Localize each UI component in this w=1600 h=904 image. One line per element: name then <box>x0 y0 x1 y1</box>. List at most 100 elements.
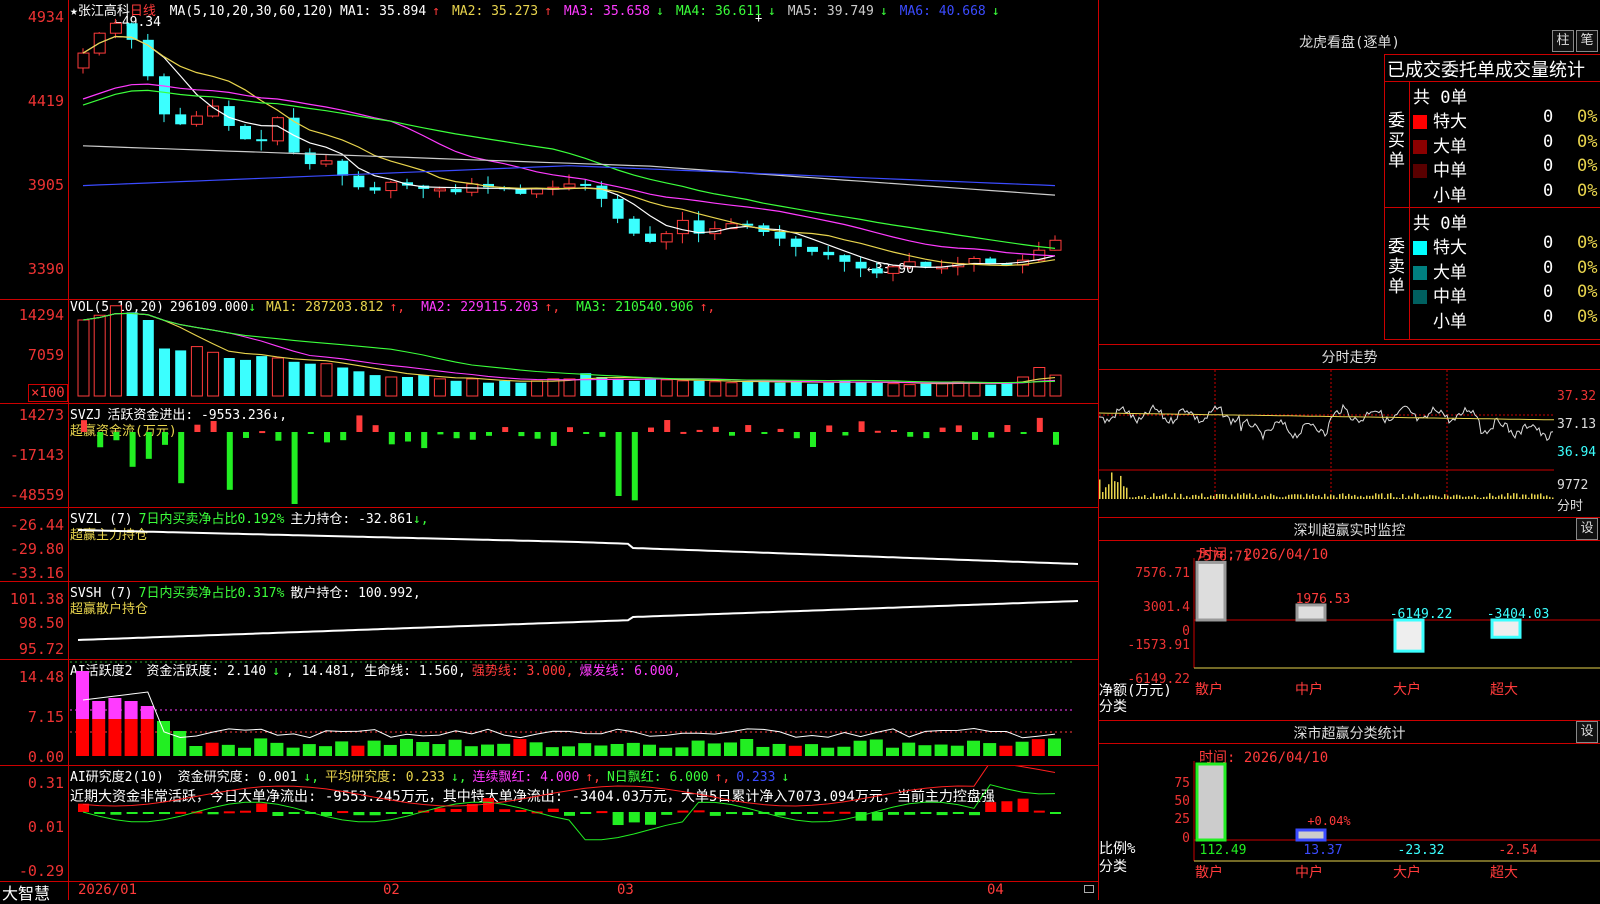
flow-bar <box>145 432 152 459</box>
row-pct: 0% <box>1577 282 1598 302</box>
buy-row: 大单 <box>1413 132 1467 157</box>
sz-monitor-chart[interactable]: 7576.71 散户 1976.53 中户 -6149.22 大户 -3404.03 超大 <box>1099 518 1600 720</box>
row-pct: 0% <box>1577 180 1598 201</box>
intraday-vol-bar <box>1453 495 1455 499</box>
kline-pane[interactable]: ★张江高科日线 MA(5,10,20,30,60,120) MA1: 35.894… <box>0 0 1098 300</box>
svsh-pane[interactable]: SVSH (7) 7日内买卖净占比0.317% 散户持仓: 100.992, 超赢散… <box>0 582 1098 660</box>
intraday-vol-bar <box>1309 495 1311 499</box>
flow-bar <box>437 432 444 435</box>
brand-label: 大智慧 <box>2 884 51 903</box>
chart-area[interactable]: ★张江高科日线 MA(5,10,20,30,60,120) MA1: 35.894… <box>0 0 1098 903</box>
sz-stats-panel[interactable]: 深市超赢分类统计 设 时间: 2026/04/10 75 50 25 0 比例%… <box>1099 721 1600 900</box>
ai-activity-pane[interactable]: AI活跃度2 资金活跃度: 2.140 ↓, 14.481, 生命线: 1.560… <box>0 660 1098 766</box>
candle-body-down <box>175 114 187 125</box>
volume-canvas[interactable] <box>0 300 1098 404</box>
intraday-vol-bar <box>1255 494 1257 499</box>
intraday-vol-bar <box>1510 495 1512 499</box>
intraday-vol-bar <box>1150 496 1152 499</box>
category-label: 散户 <box>1195 864 1223 881</box>
intraday-vol-bar <box>1156 496 1158 499</box>
intraday-vol-bar <box>1192 495 1194 499</box>
bar-value-label: -3404.03 <box>1487 607 1550 622</box>
volume-bar-up <box>936 383 949 397</box>
candle-body-down <box>985 258 997 264</box>
intraday-vol-bar <box>1336 497 1338 499</box>
intraday-vol-bar <box>1327 496 1329 499</box>
flow-bar <box>664 420 671 432</box>
candle-body-down <box>240 125 251 140</box>
intraday-vol-bar <box>1366 495 1368 499</box>
intraday-canvas[interactable] <box>1099 345 1600 517</box>
volume-bar-down <box>256 356 268 396</box>
intraday-panel[interactable]: 分时走势 37.32 37.13 36.94 9772 分时 <box>1099 345 1600 517</box>
intraday-vol-bar <box>1246 494 1248 499</box>
row-count: 0 <box>1543 257 1554 278</box>
bar-value-label: 1976.53 <box>1296 592 1351 607</box>
flow-bar <box>210 421 217 432</box>
volume-bar-up <box>1017 376 1030 397</box>
intraday-vol-bar <box>1198 495 1200 499</box>
intraday-vol-bar <box>1294 494 1296 499</box>
intraday-vol-bar <box>1123 486 1125 499</box>
svzj-canvas[interactable] <box>0 404 1098 508</box>
research-bar <box>807 812 818 814</box>
volume-bar-down <box>499 380 511 396</box>
research-bar <box>142 812 154 814</box>
ai2-canvas[interactable] <box>0 766 1098 882</box>
ai-research-pane[interactable]: AI研究度2(10) 资金研究度: 0.001 ↓, 平均研究度: 0.233 ↓, 连… <box>0 766 1098 882</box>
volume-bar-up <box>709 381 722 397</box>
color-swatch <box>1413 164 1427 178</box>
category-label: 大户 <box>1393 681 1421 698</box>
bar-mode-button[interactable]: 柱 <box>1552 30 1574 52</box>
intraday-vol-bar <box>1177 497 1179 499</box>
sz-monitor-panel[interactable]: 深圳超赢实时监控 设 时间: 2026/04/10 7576.71 3001.4… <box>1099 518 1600 720</box>
intraday-vol-bar <box>1402 494 1404 499</box>
ai1-canvas[interactable] <box>0 660 1098 766</box>
intraday-vol-bar <box>1171 497 1173 499</box>
svzl-pane[interactable]: SVZL (7) 7日内买卖净占比0.192% 主力持仓: -32.861↓, 超赢… <box>0 508 1098 582</box>
intraday-vol-bar <box>1135 497 1137 499</box>
research-bar <box>450 809 462 812</box>
candle-body-up <box>531 188 544 195</box>
intraday-vol-bar <box>1411 496 1413 499</box>
activity-bar <box>562 746 575 756</box>
svzl-canvas[interactable] <box>0 508 1098 582</box>
row-count: 0 <box>1543 107 1554 127</box>
color-swatch <box>1413 241 1427 255</box>
research-bar <box>645 812 656 825</box>
volume-bar-up <box>725 382 738 397</box>
lock-icon[interactable] <box>1084 885 1094 893</box>
intraday-vol-bar <box>1288 494 1290 499</box>
row-count: 0 <box>1543 156 1554 176</box>
activity-bar <box>448 739 462 756</box>
intraday-vol-bar <box>1552 497 1554 499</box>
candle-body-up <box>660 233 673 243</box>
kline-canvas[interactable]: + <box>0 0 1098 300</box>
dragon-panel: 龙虎看盘(逐单) 柱 笔 已成交委托单成交量统计 委买单 委卖单 共 0单 特大… <box>1099 0 1600 344</box>
research-bar <box>774 812 786 816</box>
activity-bar <box>529 742 543 756</box>
tick-mode-button[interactable]: 笔 <box>1576 30 1598 52</box>
flow-bar <box>745 425 752 432</box>
candle-body-up <box>190 115 203 125</box>
sz-stats-chart[interactable]: 112.49 散户 13.37 中户 -23.32 大户 -2.54 超大 +0.04% <box>1099 721 1600 900</box>
svzj-pane[interactable]: SVZJ 活跃资金进出: -9553.236↓, 超赢资金流(万元) 14273 … <box>0 404 1098 508</box>
candle-body-down <box>839 255 851 262</box>
activity-bar <box>675 747 689 756</box>
category-label: 超大 <box>1490 682 1518 698</box>
intraday-vol-bar <box>1138 496 1140 499</box>
intraday-vol-bar <box>1384 497 1386 499</box>
dragon-table: 已成交委托单成交量统计 委买单 委卖单 共 0单 特大 0 0% 大单 0 0% 中单 0 0%… <box>1384 54 1600 340</box>
volume-pane[interactable]: VOL(5,10,20)296109.000↓MA1: 287203.812↑,… <box>0 300 1098 404</box>
svsh-canvas[interactable] <box>0 582 1098 660</box>
activity-bar <box>707 743 721 756</box>
intraday-vol-bar <box>1279 497 1281 499</box>
flow-bar <box>858 421 865 432</box>
research-bar <box>434 808 446 812</box>
candle-body-up <box>320 160 333 165</box>
activity-bar <box>416 742 430 756</box>
activity-bar <box>221 744 235 756</box>
activity-bar <box>400 738 413 756</box>
activity-bar <box>594 745 608 756</box>
candle-body-down <box>807 246 818 252</box>
